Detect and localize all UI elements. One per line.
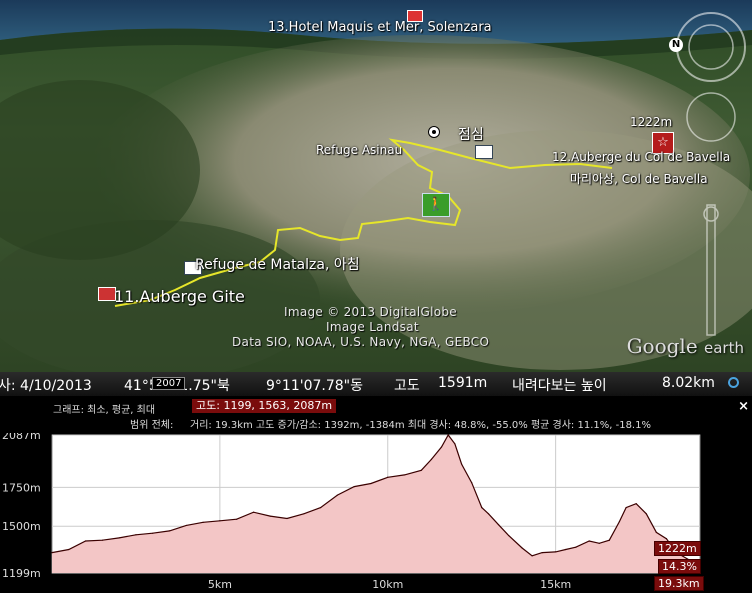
placemark-label-auberge-gite[interactable]: 11.Auberge Gite <box>114 287 245 306</box>
lunch-target-icon[interactable] <box>428 126 440 138</box>
elevation-point <box>168 530 171 532</box>
eye-altitude-label: 내려다보는 높이 <box>512 378 607 394</box>
elevation-point <box>252 511 255 513</box>
range-label: 범위 전체: <box>130 420 174 431</box>
hikers-icon[interactable]: 🚶 <box>422 193 450 217</box>
elevation-point <box>447 434 449 436</box>
streaming-indicator-icon <box>728 377 739 388</box>
graph-stats-label: 그래프: 최소, 평균, 최대 <box>53 405 156 416</box>
elevation-point <box>481 506 483 509</box>
elevation-point <box>608 539 610 541</box>
elevation-point <box>51 552 53 554</box>
elevation-point <box>541 552 543 554</box>
status-bar: 사: 4/10/2013 41°51'41.75"북 2007 9°11'07.… <box>0 372 752 396</box>
attribution-line-2: Image Landsat <box>326 320 419 334</box>
elevation-point <box>202 521 204 523</box>
cursor-slope-tag: 14.3% <box>658 559 701 574</box>
elevation-point <box>320 506 322 509</box>
elevation-point <box>461 463 463 465</box>
elevation-point <box>655 531 657 534</box>
elevation-point <box>286 517 288 520</box>
elevation-point <box>598 542 600 544</box>
elevation-point <box>487 513 490 515</box>
map-view[interactable]: N 🚶 ☆ 13.Hotel Maquis et Mer, Solenzara … <box>0 0 752 372</box>
y-tick-label: 2087m <box>2 433 41 442</box>
placemark-label-col-de-bavella[interactable]: 마리아상, Col de Bavella <box>570 170 708 187</box>
elevation-point <box>68 548 70 551</box>
elevation-point <box>303 513 305 515</box>
x-tick-label: 15km <box>540 578 571 591</box>
range-stats: 거리: 19.3km 고도 증가/감소: 1392m, -1384m 최대 경사… <box>190 420 651 431</box>
elevation-point <box>84 540 87 542</box>
y-tick-label: 1750m <box>2 481 41 494</box>
y-tick-label: 1500m <box>2 520 41 533</box>
elevation-point <box>135 534 137 536</box>
elevation-point <box>531 555 533 557</box>
elevation-stats-tag: 고도: 1199, 1563, 2087m <box>192 399 337 413</box>
elevation-point <box>440 446 443 448</box>
cursor-elevation-tag: 1222m <box>654 541 701 556</box>
x-tick-label: 10km <box>372 578 403 591</box>
placemark-label-lunch[interactable]: 점심 <box>458 124 484 144</box>
placemark-label-auberge-col[interactable]: 12.Auberge du Col de Bavella <box>552 150 730 164</box>
elevation-point <box>521 547 523 549</box>
elevation-point <box>618 520 621 523</box>
placemark-label-refuge-matalza[interactable]: Refuge de Matalza, 아침 <box>195 254 360 274</box>
elevation-value: 1591m <box>438 375 488 391</box>
elevation-point <box>635 503 637 505</box>
elevation-point <box>420 469 422 471</box>
elevation-point <box>269 515 271 517</box>
elevation-point <box>508 534 510 537</box>
imagery-date: 사: 4/10/2013 <box>0 378 92 394</box>
elevation-point <box>454 443 456 445</box>
elevation-point <box>353 485 355 488</box>
elevation-point <box>645 513 647 515</box>
elevation-label: 고도 <box>394 378 420 394</box>
elevation-point <box>101 539 103 541</box>
elevation-point <box>575 546 577 548</box>
elevation-point <box>336 494 338 496</box>
elevation-point <box>625 506 627 509</box>
elevation-chart[interactable]: 2087m 1750m 1500m 1199m 5km 10km 15km <box>0 433 752 593</box>
placemark-label-refuge-asinau[interactable]: Refuge Asinau <box>316 143 402 157</box>
year-badge[interactable]: 2007 <box>152 377 186 390</box>
cafe-icon[interactable] <box>475 145 493 159</box>
longitude-readout: 9°11'07.78"동 <box>266 378 363 394</box>
elevation-point <box>665 538 668 540</box>
close-profile-button[interactable]: × <box>738 399 749 414</box>
compass-north-icon[interactable]: N <box>669 38 683 52</box>
elevation-point <box>430 458 432 460</box>
attribution-line-1: Image © 2013 DigitalGlobe <box>284 305 457 319</box>
elevation-point <box>370 482 372 485</box>
placemark-label-hotel[interactable]: 13.Hotel Maquis et Mer, Solenzara <box>268 20 492 35</box>
attribution-line-3: Data SIO, NOAA, U.S. Navy, NGA, GEBCO <box>232 335 490 349</box>
elevation-point <box>185 524 187 527</box>
elevation-point <box>588 540 590 542</box>
elevation-point <box>152 532 154 534</box>
eye-altitude-value: 8.02km <box>662 375 715 391</box>
elevation-point <box>555 551 557 553</box>
elevation-point <box>565 548 567 551</box>
y-tick-label: 1199m <box>2 567 41 580</box>
x-tick-label: 5km <box>208 578 232 591</box>
elevation-point <box>497 524 500 526</box>
elevation-point <box>118 537 120 539</box>
elevation-point <box>471 482 473 484</box>
elevation-point <box>236 518 238 520</box>
elevation-point <box>403 474 406 476</box>
elevation-point <box>387 476 389 478</box>
placemark-label-elevation[interactable]: 1222m <box>630 115 672 129</box>
elevation-point <box>219 520 221 522</box>
google-earth-logo: Google earth <box>626 334 744 358</box>
cursor-distance-tag: 19.3km <box>654 576 704 591</box>
